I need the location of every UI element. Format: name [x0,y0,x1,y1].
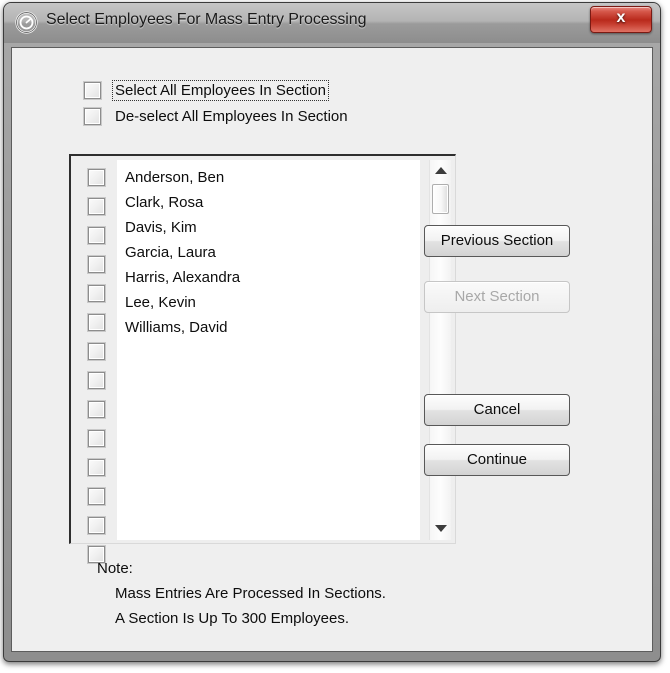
employee-name-column: Anderson, Ben Clark, Rosa Davis, Kim Gar… [117,160,420,540]
employee-checkbox[interactable] [87,198,105,215]
list-item[interactable] [75,198,117,223]
employee-name[interactable]: Anderson, Ben [117,165,420,190]
employee-name[interactable] [117,465,420,490]
close-button[interactable]: x [590,6,652,33]
employee-list-scrollbar[interactable] [429,160,451,540]
scroll-up-arrow-icon[interactable] [430,162,451,180]
list-item[interactable] [75,169,117,194]
note-block: Note: Mass Entries Are Processed In Sect… [97,556,386,631]
list-item[interactable] [75,343,117,368]
employee-checkbox[interactable] [87,343,105,360]
employee-name[interactable] [117,490,420,515]
select-all-label: Select All Employees In Section [112,79,329,101]
employee-name[interactable] [117,415,420,440]
employee-list-inner: Anderson, Ben Clark, Rosa Davis, Kim Gar… [75,160,420,563]
employee-name[interactable] [117,365,420,390]
checkbox-row-select-all[interactable]: Select All Employees In Section [84,77,350,103]
employee-name[interactable] [117,390,420,415]
dialog-window: Select Employees For Mass Entry Processi… [3,2,661,662]
employee-name[interactable]: Williams, David [117,315,420,340]
employee-checkbox-gutter [75,160,117,563]
employee-name[interactable]: Garcia, Laura [117,240,420,265]
list-item[interactable] [75,256,117,281]
employee-checkbox[interactable] [87,314,105,331]
copyright-circle-icon [15,11,38,34]
close-icon: x [616,9,626,26]
employee-name[interactable]: Davis, Kim [117,215,420,240]
checkbox-row-deselect-all[interactable]: De-select All Employees In Section [84,103,350,129]
employee-list-panel: Anderson, Ben Clark, Rosa Davis, Kim Gar… [69,154,456,563]
list-item[interactable] [75,227,117,252]
list-item[interactable] [75,517,117,542]
scroll-down-arrow-icon[interactable] [430,520,451,538]
employee-checkbox[interactable] [87,517,105,534]
employee-name[interactable] [117,440,420,465]
list-item[interactable] [75,459,117,484]
dialog-client-area: Select All Employees In Section De-selec… [11,47,653,652]
note-heading: Note: [97,560,133,577]
employee-checkbox[interactable] [87,285,105,302]
employee-checkbox[interactable] [87,227,105,244]
list-item[interactable] [75,314,117,339]
employee-name[interactable]: Lee, Kevin [117,290,420,315]
employee-checkbox[interactable] [87,488,105,505]
next-section-button: Next Section [424,281,570,313]
deselect-all-checkbox[interactable] [84,107,101,125]
employee-checkbox[interactable] [87,169,105,186]
deselect-all-label: De-select All Employees In Section [115,107,348,125]
note-line-2: A Section Is Up To 300 Employees. [115,610,350,627]
title-bar[interactable]: Select Employees For Mass Entry Processi… [4,3,660,43]
employee-checkbox[interactable] [87,459,105,476]
continue-button[interactable]: Continue [424,444,570,476]
employee-name[interactable]: Harris, Alexandra [117,265,420,290]
employee-checkbox[interactable] [87,430,105,447]
employee-name[interactable]: Clark, Rosa [117,190,420,215]
employee-checkbox[interactable] [87,256,105,273]
cancel-button[interactable]: Cancel [424,394,570,426]
select-all-checkbox[interactable] [84,81,101,99]
employee-checkbox[interactable] [87,372,105,389]
list-item[interactable] [75,488,117,513]
list-item[interactable] [75,285,117,310]
list-item[interactable] [75,401,117,426]
scrollbar-thumb[interactable] [432,184,449,214]
list-item[interactable] [75,430,117,455]
employee-name[interactable] [117,340,420,365]
previous-section-button[interactable]: Previous Section [424,225,570,257]
employee-checkbox[interactable] [87,401,105,418]
note-line-1: Mass Entries Are Processed In Sections. [115,585,386,602]
window-title: Select Employees For Mass Entry Processi… [46,11,367,28]
section-selection-options: Select All Employees In Section De-selec… [84,77,350,129]
list-item[interactable] [75,372,117,397]
